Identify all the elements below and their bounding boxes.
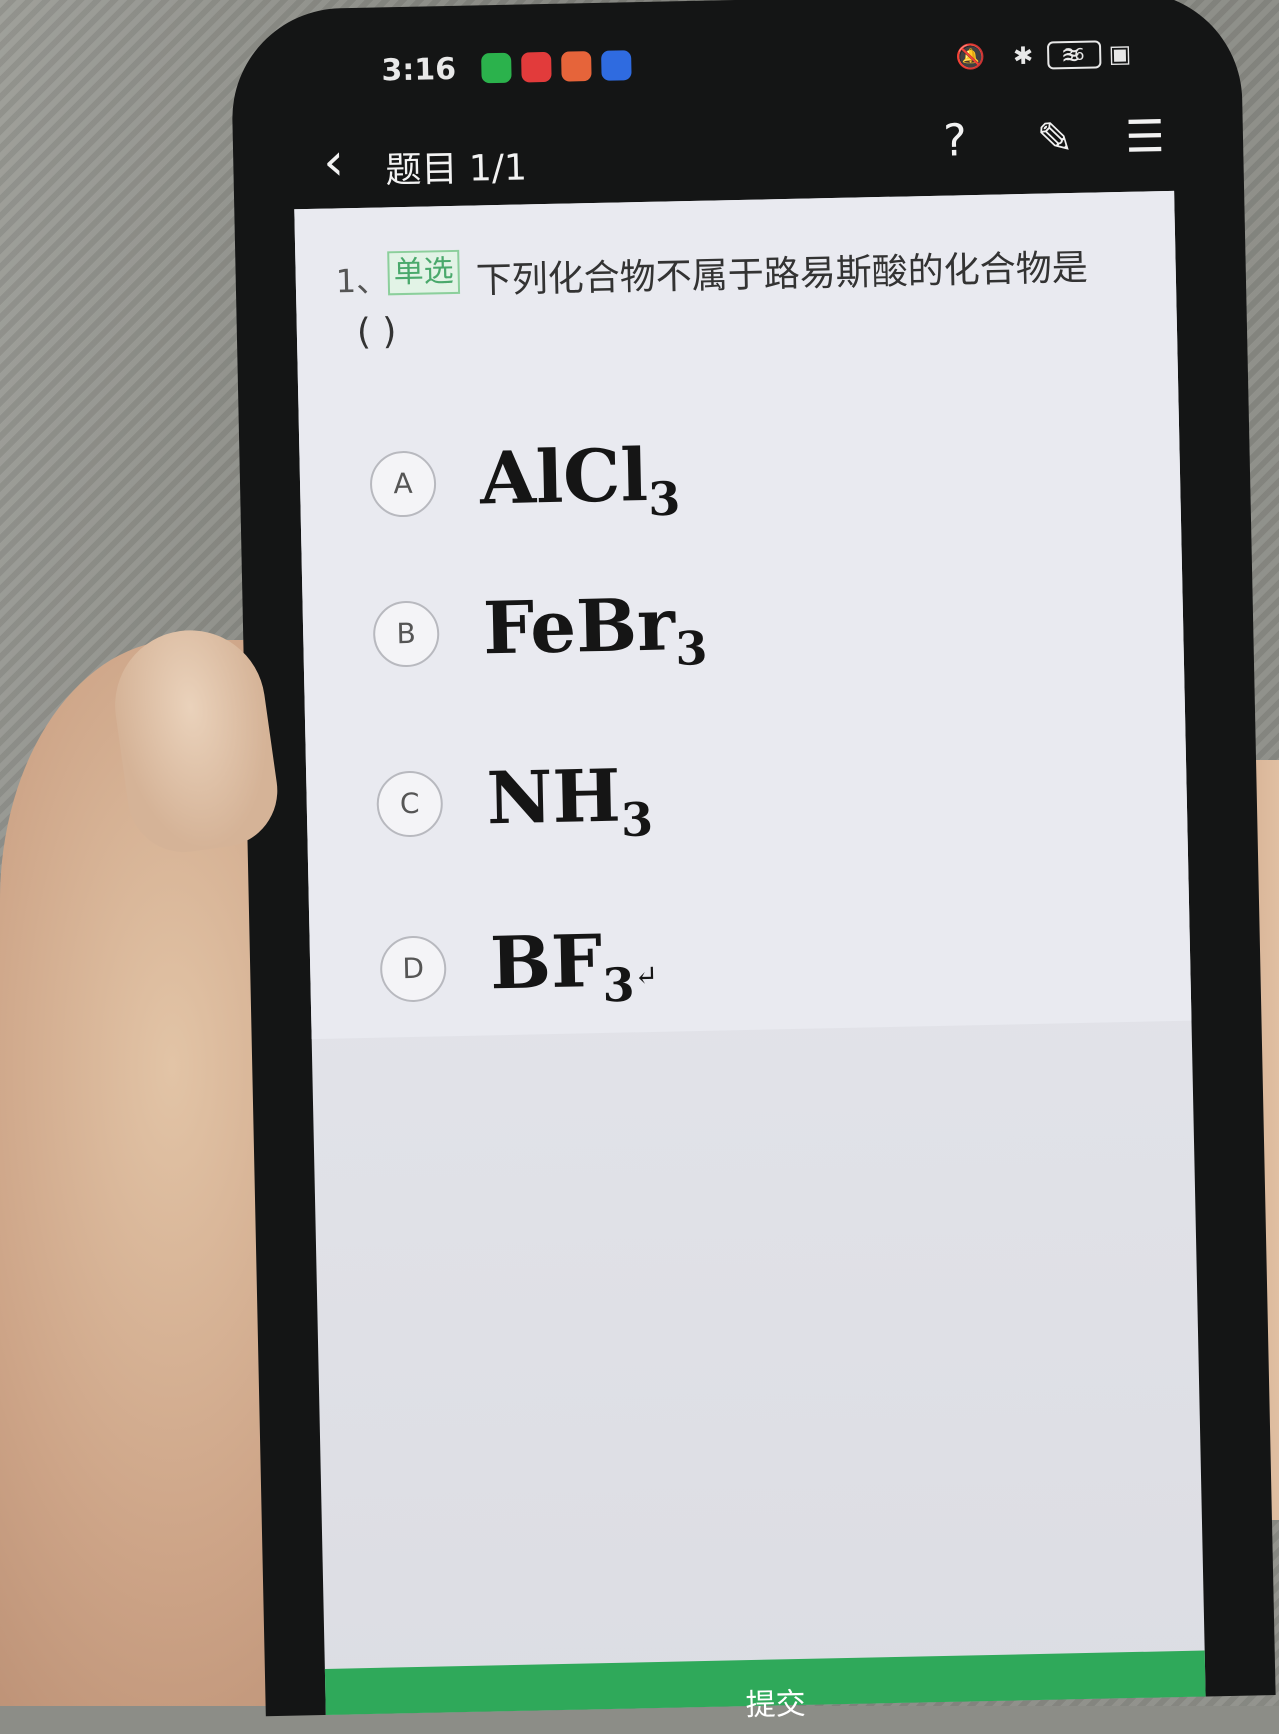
question-number: 1、 xyxy=(335,261,389,301)
option-formula: NH3 xyxy=(485,752,654,847)
question-type-badge: 单选 xyxy=(387,249,461,296)
back-arrow-icon[interactable]: ‹ xyxy=(323,132,345,192)
app-notification-icon xyxy=(561,51,592,82)
question-text: 下列化合物不属于路易斯酸的化合物是 xyxy=(475,247,1089,302)
option-letter-circle: C xyxy=(376,770,444,838)
submit-label: 提交 xyxy=(745,1686,807,1724)
phone: 3:16 🔕 ✱ ≋ ▣ 36 ‹ 题目 1/1 ? ✎ ☰ 1、 单选 下列化… xyxy=(230,0,1276,1723)
menu-list-icon[interactable]: ☰ xyxy=(1116,111,1173,168)
option-d[interactable]: D BF3↵ xyxy=(379,908,1081,1033)
option-letter-circle: D xyxy=(379,935,447,1003)
status-time: 3:16 xyxy=(381,51,457,89)
option-letter-circle: B xyxy=(372,600,440,668)
wechat-notification-icon xyxy=(481,52,512,84)
option-b[interactable]: B FeBr3 xyxy=(372,573,1074,698)
question-blank: ( ) xyxy=(356,311,397,353)
option-c[interactable]: C NH3 xyxy=(376,743,1078,868)
status-bar: 3:16 🔕 ✱ ≋ ▣ 36 xyxy=(321,33,1162,91)
option-letter-circle: A xyxy=(369,450,437,518)
question-card: 1、 单选 下列化合物不属于路易斯酸的化合物是 ( ) A AlCl3 B Fe… xyxy=(294,190,1192,1040)
app-notification-icon xyxy=(521,51,552,83)
page-title: 题目 1/1 xyxy=(385,147,528,192)
app-screen: 1、 单选 下列化合物不属于路易斯酸的化合物是 ( ) A AlCl3 B Fe… xyxy=(294,190,1206,1723)
battery-icon: 36 xyxy=(1046,40,1102,70)
option-formula: AlCl3 xyxy=(479,431,681,527)
option-formula: BF3↵ xyxy=(489,918,659,1013)
option-formula: FeBr3 xyxy=(482,581,708,676)
option-a[interactable]: A AlCl3 xyxy=(369,423,1071,548)
alipay-notification-icon xyxy=(601,50,632,81)
edit-note-icon[interactable]: ✎ xyxy=(1026,113,1083,170)
help-icon[interactable]: ? xyxy=(926,115,983,172)
